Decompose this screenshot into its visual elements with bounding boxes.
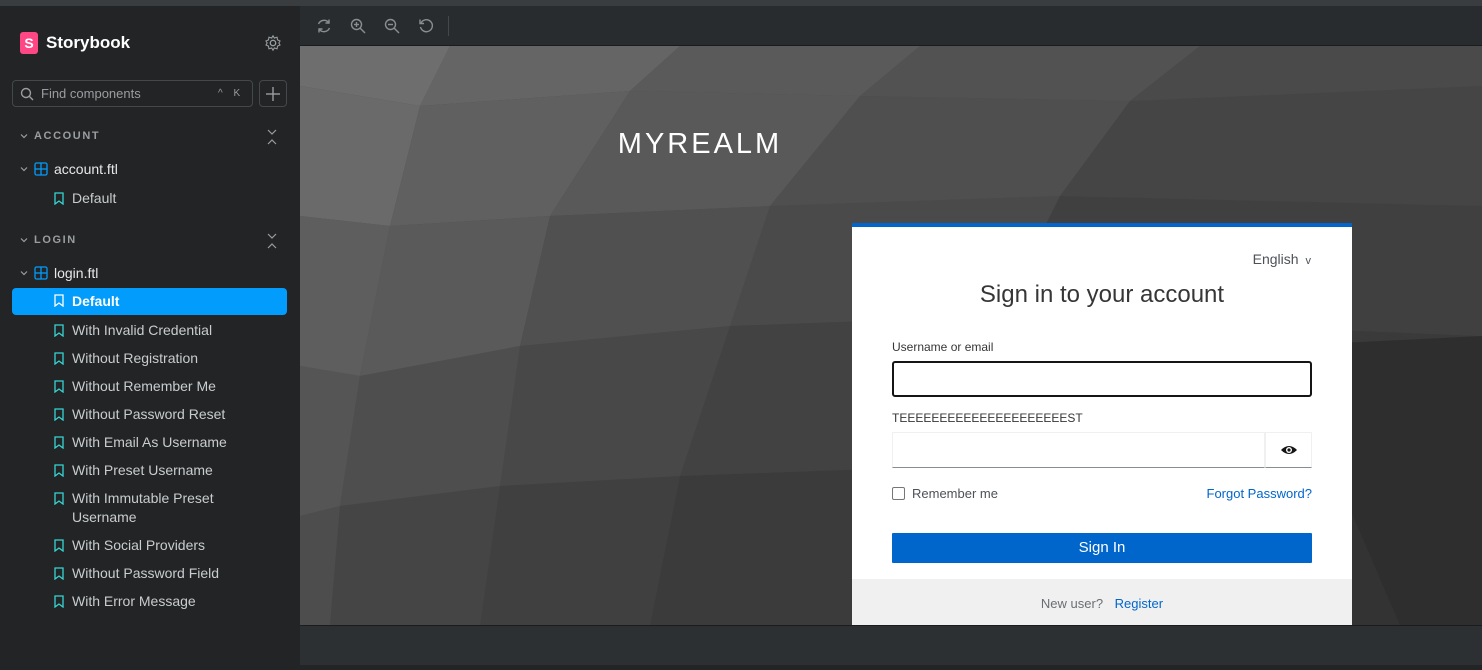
preview-canvas: MYREALM English v Sign in to your accoun… xyxy=(300,46,1482,625)
storybook-logo-icon: S xyxy=(20,32,38,54)
group-label: LOGIN xyxy=(34,234,77,246)
toolbar-divider xyxy=(448,16,449,36)
story-without-password-field[interactable]: Without Password Field xyxy=(12,564,287,583)
storybook-brand[interactable]: S Storybook xyxy=(20,32,130,54)
story-with-preset-username[interactable]: With Preset Username xyxy=(12,461,287,480)
story-with-immutable-preset-username[interactable]: With Immutable Preset Username xyxy=(12,489,252,527)
story-with-invalid-credential[interactable]: With Invalid Credential xyxy=(12,321,287,340)
remember-me-label: Remember me xyxy=(912,486,998,501)
card-footer: New user? Register xyxy=(852,579,1352,625)
brand-name: Storybook xyxy=(46,33,131,52)
story-label: With Preset Username xyxy=(72,462,213,478)
search-box[interactable]: ^ K xyxy=(12,80,253,107)
bookmark-icon xyxy=(54,352,64,365)
group-label: ACCOUNT xyxy=(34,130,101,142)
story-label: With Email As Username xyxy=(72,434,227,450)
story-account-default[interactable]: Default xyxy=(12,189,287,208)
story-with-error-message[interactable]: With Error Message xyxy=(12,592,287,611)
chevron-down-icon xyxy=(20,271,28,276)
sign-in-button[interactable]: Sign In xyxy=(892,533,1312,563)
story-without-registration[interactable]: Without Registration xyxy=(12,349,287,368)
remember-me[interactable]: Remember me xyxy=(892,486,998,501)
username-label: Username or email xyxy=(892,340,994,354)
bookmark-icon xyxy=(54,380,64,393)
group-header-login[interactable]: LOGIN xyxy=(20,234,77,246)
component-icon xyxy=(34,162,48,176)
addons-panel-bar xyxy=(300,625,1482,665)
chevron-down-icon xyxy=(20,238,28,243)
component-label: login.ftl xyxy=(54,265,99,281)
show-password-button[interactable] xyxy=(1265,432,1312,468)
story-without-remember-me[interactable]: Without Remember Me xyxy=(12,377,287,396)
story-label: With Invalid Credential xyxy=(72,322,213,338)
password-input[interactable] xyxy=(892,432,1265,468)
plus-icon xyxy=(266,86,280,101)
bookmark-icon xyxy=(54,539,64,552)
bottom-edge xyxy=(300,665,1482,670)
bookmark-icon xyxy=(54,294,64,307)
story-login-default[interactable]: Default xyxy=(12,288,287,315)
story-with-email-as-username[interactable]: With Email As Username xyxy=(12,433,287,452)
sidebar: S Storybook ^ K ACCOUNT account.ft xyxy=(0,6,300,670)
remember-me-checkbox[interactable] xyxy=(892,487,905,500)
search-input[interactable] xyxy=(41,86,211,101)
component-label: account.ftl xyxy=(54,161,118,177)
bookmark-icon xyxy=(54,595,64,608)
story-label: With Social Providers xyxy=(72,537,206,553)
story-label: With Immutable Preset Username xyxy=(72,490,214,525)
bookmark-icon xyxy=(54,324,64,337)
chevron-down-icon xyxy=(20,134,28,139)
login-title: Sign in to your account xyxy=(979,281,1225,308)
username-input[interactable] xyxy=(892,361,1312,397)
realm-title: MYREALM xyxy=(617,128,783,160)
story-label: Without Remember Me xyxy=(72,378,216,394)
collapse-all-icon[interactable] xyxy=(266,232,278,250)
language-selector[interactable]: English v xyxy=(1253,251,1311,267)
zoom-reset-icon[interactable] xyxy=(417,17,435,35)
reload-icon[interactable] xyxy=(315,17,333,35)
story-without-password-reset[interactable]: Without Password Reset xyxy=(12,405,287,424)
preview-toolbar xyxy=(300,6,1482,46)
bookmark-icon xyxy=(54,567,64,580)
story-label: Without Password Reset xyxy=(72,406,226,422)
bookmark-icon xyxy=(54,492,64,505)
component-icon xyxy=(34,266,48,280)
bookmark-icon xyxy=(54,464,64,477)
bookmark-icon xyxy=(54,192,64,205)
new-user-label: New user? xyxy=(1040,596,1104,611)
eye-icon xyxy=(1280,446,1297,454)
search-shortcut: ^ K xyxy=(218,88,245,99)
story-label: Without Registration xyxy=(72,350,199,366)
chevron-down-icon xyxy=(20,167,28,172)
zoom-out-icon[interactable] xyxy=(383,17,401,35)
story-label: Without Password Field xyxy=(72,565,220,581)
story-with-social-providers[interactable]: With Social Providers xyxy=(12,536,287,555)
zoom-in-icon[interactable] xyxy=(349,17,367,35)
gear-icon[interactable] xyxy=(264,34,282,52)
forgot-password-link[interactable]: Forgot Password? xyxy=(1207,486,1313,501)
password-label: TEEEEEEEEEEEEEEEEEEEEEST xyxy=(892,411,1083,425)
component-login-ftl[interactable]: login.ftl xyxy=(20,265,98,281)
chevron-down-icon: v xyxy=(1302,255,1311,267)
bookmark-icon xyxy=(54,408,64,421)
story-label: With Error Message xyxy=(72,593,196,609)
bookmark-icon xyxy=(54,436,64,449)
search-icon xyxy=(20,87,34,100)
language-label: English xyxy=(1252,251,1299,267)
login-card: English v Sign in to your account Userna… xyxy=(852,223,1352,625)
component-account-ftl[interactable]: account.ftl xyxy=(20,161,118,177)
register-link[interactable]: Register xyxy=(1115,596,1163,611)
collapse-all-icon[interactable] xyxy=(266,128,278,146)
group-header-account[interactable]: ACCOUNT xyxy=(20,130,100,142)
add-button[interactable] xyxy=(259,80,287,107)
